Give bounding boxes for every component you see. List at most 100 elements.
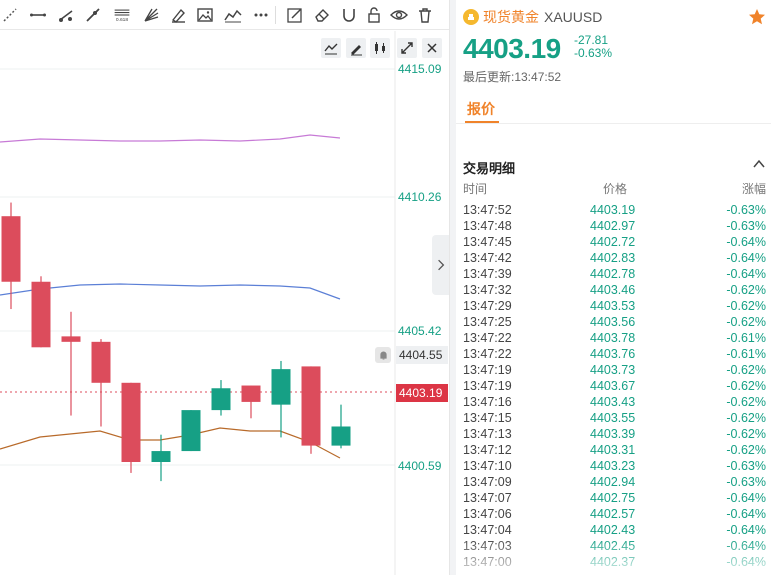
candle-body	[181, 410, 201, 452]
trade-price: 4402.83	[590, 251, 636, 265]
trade-row: 13:47:39 4402.78 -0.64%	[456, 266, 771, 282]
more-icon[interactable]	[251, 5, 271, 25]
trade-time: 13:47:32	[463, 283, 512, 297]
trade-change: -0.64%	[726, 507, 766, 521]
trade-time: 13:47:29	[463, 299, 512, 313]
change-percent: -0.63%	[574, 46, 613, 60]
trade-change: -0.62%	[726, 315, 766, 329]
current-price-tag: 4403.19	[396, 384, 448, 402]
eraser-icon[interactable]	[312, 5, 332, 25]
trade-row: 13:47:07 4402.75 -0.64%	[456, 490, 771, 506]
pattern-icon[interactable]	[223, 5, 243, 25]
trade-price: 4402.97	[590, 219, 636, 233]
middle-band-line	[0, 283, 341, 300]
trade-time: 13:47:52	[463, 203, 512, 217]
trade-time: 13:47:15	[463, 411, 512, 425]
trade-change: -0.61%	[726, 331, 766, 345]
trade-row: 13:47:19 4403.73 -0.62%	[456, 362, 771, 378]
candle-body	[61, 336, 81, 342]
toolbar-separator	[275, 6, 276, 24]
trade-change: -0.64%	[726, 267, 766, 281]
trade-row: 13:47:19 4403.67 -0.62%	[456, 378, 771, 394]
trade-change: -0.62%	[726, 395, 766, 409]
horizontal-line-icon[interactable]	[28, 5, 48, 25]
trade-change: -0.63%	[726, 219, 766, 233]
image-icon[interactable]	[195, 5, 215, 25]
candle-body	[241, 385, 261, 402]
trade-price: 4403.19	[590, 203, 636, 217]
trade-change: -0.62%	[726, 427, 766, 441]
panel-divider[interactable]	[449, 0, 456, 575]
trade-price: 4403.31	[590, 443, 636, 457]
trend-line-icon[interactable]	[0, 5, 20, 25]
chart-type-icon[interactable]	[370, 38, 390, 58]
trade-time: 13:47:16	[463, 395, 512, 409]
trade-change: -0.62%	[726, 443, 766, 457]
trade-price: 4403.78	[590, 331, 636, 345]
trade-time: 13:47:04	[463, 523, 512, 537]
trade-time: 13:47:45	[463, 235, 512, 249]
column-price: 价格	[603, 182, 628, 196]
list-fade	[456, 538, 779, 575]
tab-divider	[456, 123, 771, 124]
gann-fan-icon[interactable]	[141, 5, 161, 25]
trade-list: 13:47:52 4403.19 -0.63% 13:47:48 4402.97 -0.6…	[456, 202, 771, 570]
fullscreen-icon[interactable]	[397, 38, 417, 58]
trade-row: 13:47:45 4402.72 -0.64%	[456, 234, 771, 250]
trade-price: 4402.57	[590, 507, 636, 521]
instrument-name: 现货黄金	[483, 9, 539, 25]
trade-time: 13:47:42	[463, 251, 512, 265]
favorite-star-icon[interactable]	[748, 8, 766, 26]
trade-price: 4403.76	[590, 347, 636, 361]
trade-row: 13:47:32 4403.46 -0.62%	[456, 282, 771, 298]
trade-price: 4402.43	[590, 523, 636, 537]
pencil-line-icon[interactable]	[83, 5, 103, 25]
magnet-icon[interactable]	[339, 5, 359, 25]
trade-row: 13:47:22 4403.78 -0.61%	[456, 330, 771, 346]
trade-time: 13:47:13	[463, 427, 512, 441]
candles-group	[1, 202, 351, 482]
draw-icon[interactable]	[346, 38, 366, 58]
trade-price: 4403.56	[590, 315, 636, 329]
fibonacci-icon[interactable]: 0.618	[111, 5, 133, 25]
trade-time: 13:47:19	[463, 379, 512, 393]
trade-row: 13:47:15 4403.55 -0.62%	[456, 410, 771, 426]
eye-icon[interactable]	[389, 5, 409, 25]
trade-change: -0.63%	[726, 475, 766, 489]
trade-change: -0.64%	[726, 491, 766, 505]
close-icon[interactable]	[422, 38, 442, 58]
price-change: -27.81 -0.63%	[574, 34, 612, 60]
candle-body	[121, 382, 141, 462]
trade-change: -0.62%	[726, 411, 766, 425]
trade-row: 13:47:04 4402.43 -0.64%	[456, 522, 771, 538]
expand-panel-button[interactable]	[432, 235, 449, 295]
tab-quote[interactable]: 报价	[467, 99, 495, 119]
note-icon[interactable]	[285, 5, 305, 25]
trade-change: -0.62%	[726, 299, 766, 313]
lock-icon[interactable]	[364, 5, 384, 25]
trade-change: -0.64%	[726, 235, 766, 249]
trade-price: 4403.43	[590, 395, 636, 409]
trade-row: 13:47:16 4403.43 -0.62%	[456, 394, 771, 410]
trade-row: 13:47:12 4403.31 -0.62%	[456, 442, 771, 458]
column-time: 时间	[463, 182, 488, 196]
trade-price: 4403.23	[590, 459, 636, 473]
trade-time: 13:47:22	[463, 347, 512, 361]
ray-icon[interactable]	[56, 5, 76, 25]
chevron-up-icon[interactable]	[752, 158, 766, 170]
axis-label: 4400.59	[398, 459, 442, 473]
trade-change: -0.62%	[726, 363, 766, 377]
brush-icon[interactable]	[168, 5, 188, 25]
candle-body	[151, 451, 171, 462]
trade-time: 13:47:09	[463, 475, 512, 489]
alert-bell-icon[interactable]	[375, 347, 391, 363]
trade-change: -0.61%	[726, 347, 766, 361]
trade-time: 13:47:07	[463, 491, 512, 505]
candlestick-chart[interactable]: 4415.09 4410.26 4405.42 4400.59 4404.55 …	[0, 31, 449, 575]
trade-price: 4403.55	[590, 411, 636, 425]
column-change: 涨幅	[742, 182, 767, 196]
candle-body	[211, 388, 231, 411]
trash-icon[interactable]	[415, 5, 435, 25]
indicator-icon[interactable]	[321, 38, 341, 58]
fib-label: 0.618	[116, 17, 129, 23]
